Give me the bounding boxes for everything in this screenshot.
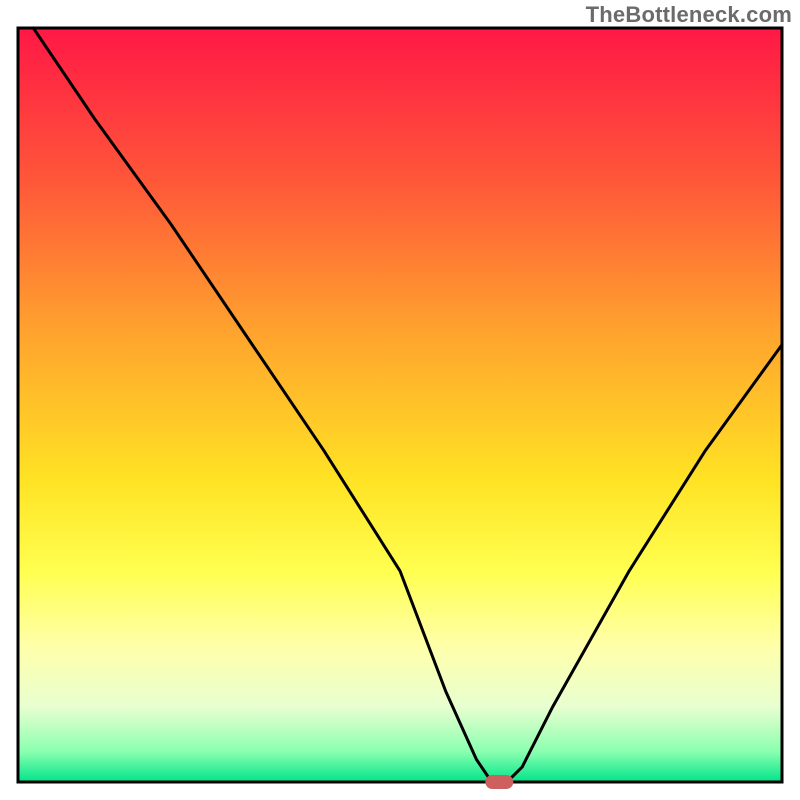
optimum-marker [485,775,513,789]
bottleneck-chart [0,0,800,800]
chart-container: TheBottleneck.com [0,0,800,800]
plot-background [18,28,782,782]
